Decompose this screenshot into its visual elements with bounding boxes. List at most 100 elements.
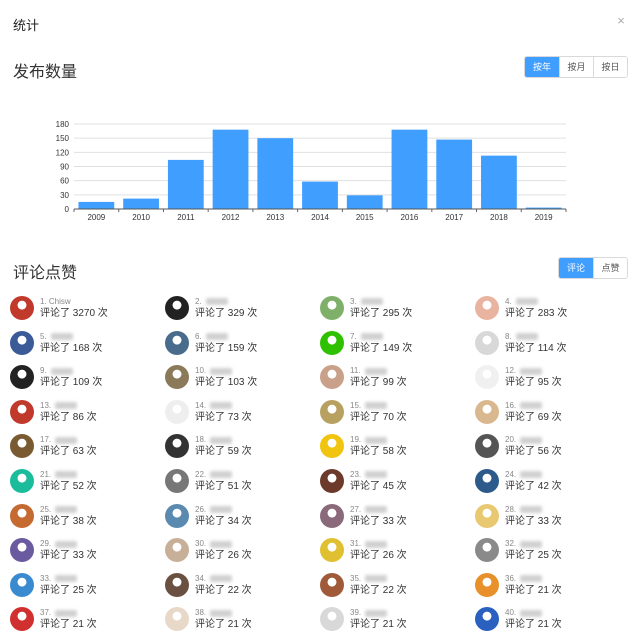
avatar[interactable] [475, 572, 499, 597]
user-name[interactable]: 39. [350, 608, 407, 618]
user-name[interactable]: 40. [505, 608, 562, 618]
user-name[interactable]: 21. [40, 470, 97, 480]
tab-likes[interactable]: 点赞 [593, 258, 627, 278]
user-item[interactable]: 18. 评论了 59 次 [165, 434, 320, 469]
user-item[interactable]: 3. 评论了 295 次 [320, 296, 475, 331]
avatar[interactable] [475, 503, 499, 528]
user-name[interactable]: 12. [505, 366, 562, 376]
user-item[interactable]: 39. 评论了 21 次 [320, 607, 475, 642]
user-name[interactable]: 4. [505, 297, 567, 307]
user-name[interactable]: 3. [350, 297, 412, 307]
avatar[interactable] [320, 296, 344, 320]
avatar[interactable] [475, 330, 499, 355]
period-day-button[interactable]: 按日 [593, 57, 627, 77]
user-item[interactable]: 35. 评论了 22 次 [320, 572, 475, 608]
user-item[interactable]: 12. 评论了 95 次 [475, 365, 630, 400]
user-item[interactable]: 17. 评论了 63 次 [10, 434, 165, 469]
avatar[interactable] [165, 399, 189, 424]
avatar[interactable] [475, 538, 499, 563]
avatar[interactable] [165, 296, 189, 320]
bar-2015[interactable] [346, 195, 383, 209]
user-item[interactable]: 36. 评论了 21 次 [475, 572, 630, 608]
user-name[interactable]: 23. [350, 470, 407, 480]
avatar[interactable] [10, 607, 34, 632]
avatar[interactable] [10, 503, 34, 528]
avatar[interactable] [320, 538, 344, 563]
user-name[interactable]: 29. [40, 539, 97, 549]
avatar[interactable] [475, 296, 499, 320]
period-month-button[interactable]: 按月 [559, 57, 593, 77]
avatar[interactable] [320, 572, 344, 597]
bar-2016[interactable] [391, 129, 428, 209]
user-item[interactable]: 15. 评论了 70 次 [320, 399, 475, 435]
bar-2018[interactable] [481, 155, 517, 209]
user-item[interactable]: 28. 评论了 33 次 [475, 503, 630, 539]
avatar[interactable] [165, 468, 189, 493]
avatar[interactable] [165, 434, 189, 459]
user-item[interactable]: 24. 评论了 42 次 [475, 468, 630, 504]
user-name[interactable]: 16. [505, 401, 562, 411]
user-name[interactable]: 2. [195, 297, 257, 307]
avatar[interactable] [165, 365, 189, 390]
avatar[interactable] [10, 434, 34, 459]
avatar[interactable] [10, 538, 34, 563]
user-name[interactable]: 27. [350, 505, 407, 515]
user-item[interactable]: 32. 评论了 25 次 [475, 538, 630, 573]
user-name[interactable]: 7. [350, 332, 412, 342]
avatar[interactable] [10, 468, 34, 493]
period-year-button[interactable]: 按年 [525, 57, 559, 77]
user-item[interactable]: 30. 评论了 26 次 [165, 538, 320, 573]
user-name[interactable]: 34. [195, 574, 252, 584]
user-item[interactable]: 9. 评论了 109 次 [10, 365, 165, 400]
bar-2017[interactable] [436, 139, 473, 209]
user-name[interactable]: 32. [505, 539, 562, 549]
user-name[interactable]: 18. [195, 435, 252, 445]
avatar[interactable] [165, 538, 189, 563]
user-item[interactable]: 19. 评论了 58 次 [320, 434, 475, 469]
user-item[interactable]: 34. 评论了 22 次 [165, 572, 320, 608]
user-item[interactable]: 31. 评论了 26 次 [320, 538, 475, 573]
avatar[interactable] [165, 607, 189, 632]
user-name[interactable]: 22. [195, 470, 252, 480]
user-item[interactable]: 26. 评论了 34 次 [165, 503, 320, 539]
user-name[interactable]: 5. [40, 332, 102, 342]
avatar[interactable] [10, 296, 34, 320]
user-name[interactable]: 6. [195, 332, 257, 342]
avatar[interactable] [320, 607, 344, 632]
user-item[interactable]: 1. Chisw 评论了 3270 次 [10, 296, 165, 331]
user-item[interactable]: 4. 评论了 283 次 [475, 296, 630, 331]
user-name[interactable]: 20. [505, 435, 562, 445]
user-name[interactable]: 1. Chisw [40, 297, 108, 307]
avatar[interactable] [320, 399, 344, 424]
user-item[interactable]: 23. 评论了 45 次 [320, 468, 475, 504]
bar-2011[interactable] [167, 159, 204, 209]
user-name[interactable]: 10. [195, 366, 257, 376]
bar-2013[interactable] [257, 138, 294, 209]
user-item[interactable]: 21. 评论了 52 次 [10, 468, 165, 504]
close-icon[interactable]: × [614, 14, 628, 28]
avatar[interactable] [320, 503, 344, 528]
user-name[interactable]: 9. [40, 366, 102, 376]
user-name[interactable]: 13. [40, 401, 97, 411]
user-name[interactable]: 19. [350, 435, 407, 445]
user-item[interactable]: 38. 评论了 21 次 [165, 607, 320, 642]
user-name[interactable]: 11. [350, 366, 407, 376]
user-item[interactable]: 22. 评论了 51 次 [165, 468, 320, 504]
avatar[interactable] [320, 434, 344, 459]
user-name[interactable]: 31. [350, 539, 407, 549]
avatar[interactable] [475, 607, 499, 632]
avatar[interactable] [165, 330, 189, 355]
user-name[interactable]: 24. [505, 470, 562, 480]
user-item[interactable]: 2. 评论了 329 次 [165, 296, 320, 331]
user-item[interactable]: 29. 评论了 33 次 [10, 538, 165, 573]
user-item[interactable]: 10. 评论了 103 次 [165, 365, 320, 400]
user-item[interactable]: 14. 评论了 73 次 [165, 399, 320, 435]
avatar[interactable] [475, 365, 499, 390]
user-name[interactable]: 17. [40, 435, 97, 445]
user-item[interactable]: 33. 评论了 25 次 [10, 572, 165, 608]
avatar[interactable] [10, 330, 34, 355]
avatar[interactable] [475, 399, 499, 424]
user-name[interactable]: 8. [505, 332, 567, 342]
user-name[interactable]: 33. [40, 574, 97, 584]
avatar[interactable] [475, 468, 499, 493]
